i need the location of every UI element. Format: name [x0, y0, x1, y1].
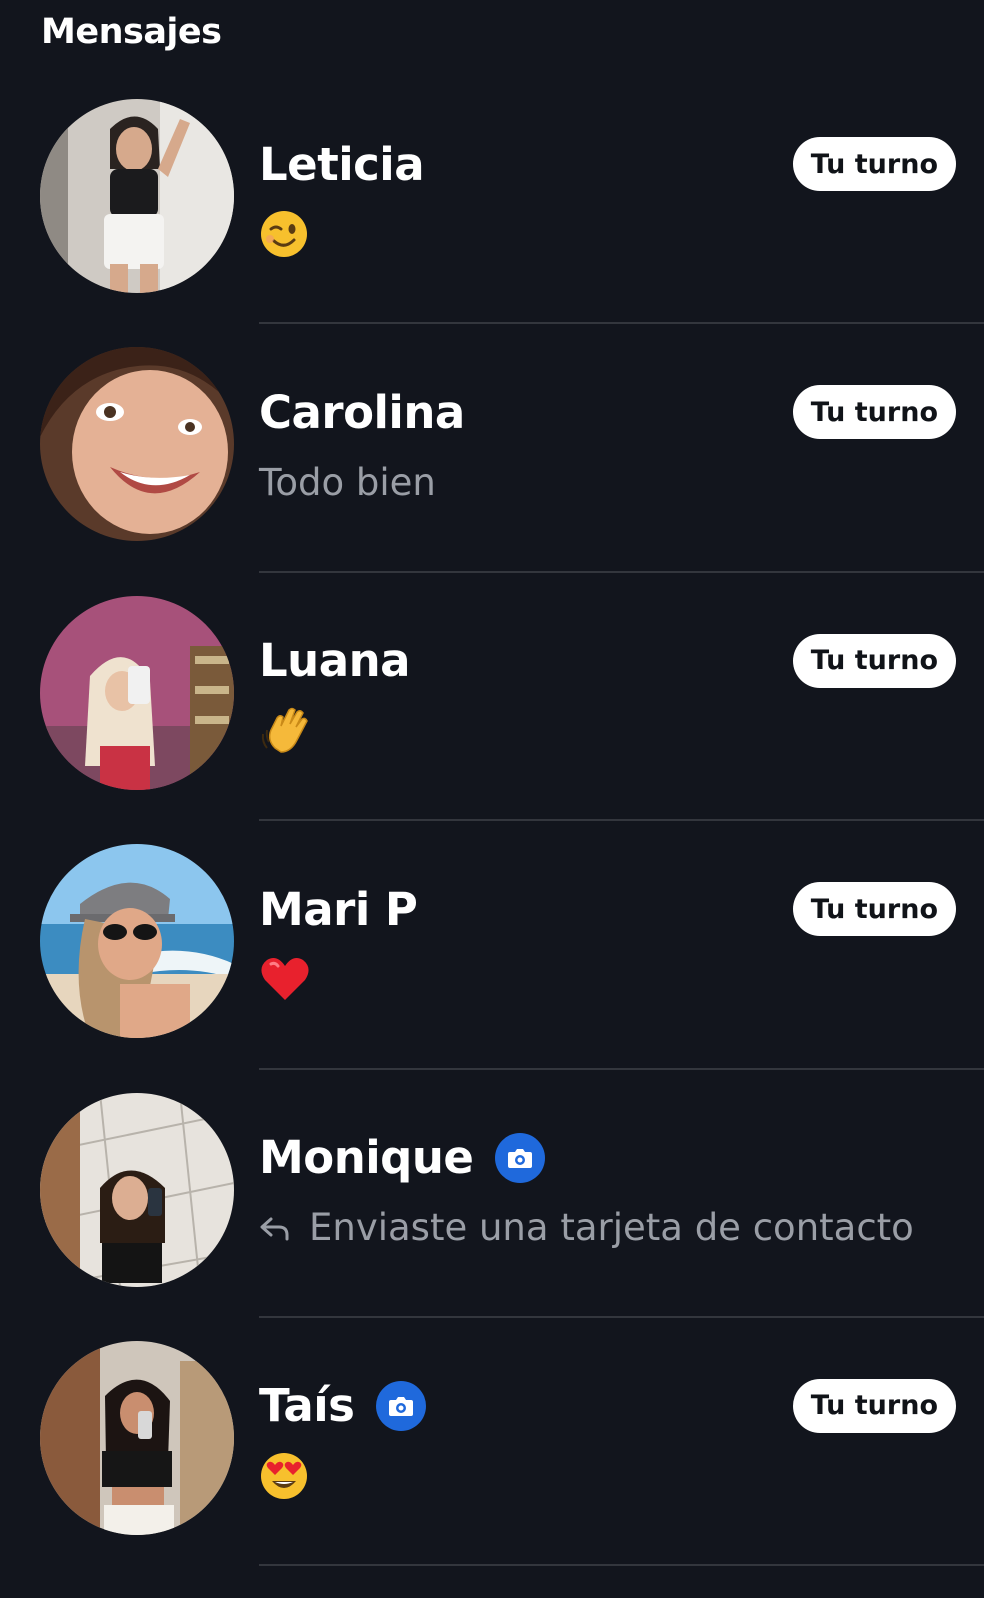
message-preview [259, 949, 311, 1009]
winking-face-emoji-icon [259, 209, 309, 259]
contact-name: Monique [259, 1131, 474, 1185]
your-turn-badge: Tu turno [792, 1378, 956, 1433]
conversation-row[interactable]: Leticia Tu turno [0, 76, 984, 325]
divider [259, 1564, 984, 1567]
message-preview [259, 701, 313, 761]
conversation-row[interactable]: Luana Tu turno [0, 573, 984, 822]
camera-icon [376, 1380, 427, 1431]
avatar[interactable] [40, 1340, 234, 1535]
your-turn-badge: Tu turno [792, 633, 956, 688]
conversation-row[interactable]: Mari P Tu turno [0, 821, 984, 1070]
avatar[interactable] [40, 595, 234, 790]
conversation-list: Leticia Tu turno Carolina Todo bien Tu t… [0, 76, 984, 1567]
preview-text: Enviaste una tarjeta de contacto [309, 1206, 914, 1250]
contact-name: Mari P [259, 882, 418, 936]
heart-eyes-face-emoji-icon [259, 1451, 309, 1501]
conversation-row[interactable]: Taís Tu turno [0, 1318, 984, 1567]
avatar[interactable] [40, 99, 234, 293]
preview-text: Todo bien [259, 460, 436, 504]
contact-name: Luana [259, 634, 410, 688]
red-heart-emoji-icon [259, 954, 311, 1004]
camera-icon [495, 1132, 546, 1183]
conversation-row[interactable]: Monique Enviaste una tarjeta de contacto [0, 1070, 984, 1318]
contact-name: Taís [259, 1379, 355, 1433]
your-turn-badge: Tu turno [792, 385, 956, 440]
page-title: Mensajes [41, 12, 222, 52]
your-turn-badge: Tu turno [792, 882, 956, 937]
contact-name: Carolina [259, 385, 465, 439]
message-preview: Enviaste una tarjeta de contacto [259, 1198, 914, 1258]
avatar[interactable] [40, 347, 234, 542]
conversation-row[interactable]: Carolina Todo bien Tu turno [0, 324, 984, 573]
message-preview [259, 204, 309, 264]
avatar[interactable] [40, 1092, 234, 1287]
message-preview [259, 1446, 309, 1506]
message-preview: Todo bien [259, 452, 436, 512]
waving-hand-emoji-icon [259, 704, 313, 758]
contact-name: Leticia [259, 137, 425, 191]
avatar[interactable] [40, 844, 234, 1039]
reply-arrow-icon [259, 1215, 291, 1241]
your-turn-badge: Tu turno [792, 137, 956, 191]
